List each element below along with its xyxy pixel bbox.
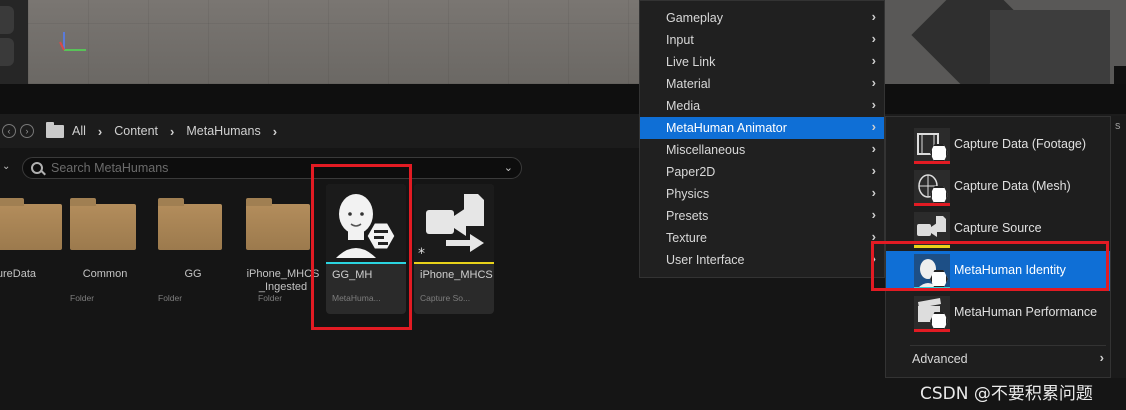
menu-item-label: MetaHuman Animator: [666, 121, 787, 135]
chevron-right-icon[interactable]: ›: [170, 124, 174, 139]
folder-icon: [158, 198, 222, 250]
chevron-right-icon[interactable]: ›: [98, 124, 102, 139]
menu-item-paper2d[interactable]: Paper2D ›: [640, 161, 884, 183]
submenu-item-metahuman-performance[interactable]: MetaHuman Performance: [886, 293, 1110, 333]
capture-source-thumbnail: *: [414, 184, 494, 262]
folder-icon: [0, 198, 62, 250]
menu-item-material[interactable]: Material ›: [640, 73, 884, 95]
annotation-highlight-box: [871, 241, 1109, 291]
chevron-right-icon: ›: [871, 185, 876, 200]
chevron-right-icon: ›: [871, 97, 876, 112]
menu-item-metahuman-animator[interactable]: MetaHuman Animator ›: [640, 117, 884, 139]
menu-item-label: Media: [666, 99, 701, 113]
menu-item-label: Material: [666, 77, 711, 91]
menu-item-presets[interactable]: Presets ›: [640, 205, 884, 227]
watermark: CSDN @不要积累问题: [920, 384, 1093, 404]
folder-icon: [46, 121, 64, 138]
axis-gizmo-icon: [59, 32, 86, 51]
panel-edge-mark: s: [1115, 120, 1121, 132]
menu-item-label: Gameplay: [666, 11, 723, 25]
panel-divider: [0, 84, 1126, 114]
viewport-tool-button[interactable]: [0, 6, 14, 34]
menu-item-label: User Interface: [666, 253, 745, 267]
level-viewport[interactable]: [0, 0, 1126, 84]
chevron-right-icon: ›: [871, 53, 876, 68]
capture-footage-icon: [914, 128, 950, 164]
asset-color-underline: [914, 203, 950, 206]
chevron-right-icon[interactable]: ›: [273, 124, 277, 139]
submenu-item-label: Capture Data (Mesh): [954, 179, 1071, 193]
viewport-edge: [1114, 66, 1126, 84]
menu-item-gameplay[interactable]: Gameplay ›: [640, 7, 884, 29]
asset-name: iPhone_MHCS: [420, 269, 493, 281]
breadcrumb-item-all[interactable]: All: [72, 124, 86, 138]
search-icon: [31, 162, 43, 174]
menu-item-label: Texture: [666, 231, 707, 245]
menu-item-label: Live Link: [666, 55, 716, 69]
menu-item-live-link[interactable]: Live Link ›: [640, 51, 884, 73]
folder-type: Folder: [158, 293, 183, 303]
asset-type-stripe: [414, 262, 494, 264]
viewport-toolbar: [0, 0, 28, 84]
chevron-right-icon: ›: [871, 207, 876, 222]
menu-item-label: Miscellaneous: [666, 143, 746, 157]
chevron-down-icon[interactable]: ⌄: [2, 161, 10, 172]
asset-type: Capture So...: [420, 293, 471, 303]
menu-item-label: Input: [666, 33, 694, 47]
asset-category-menu: Gameplay › Input › Live Link › Material › Me…: [639, 0, 885, 278]
submenu-item-capture-data-footage[interactable]: Capture Data (Footage): [886, 125, 1110, 165]
submenu-item-label: Capture Source: [954, 221, 1042, 235]
search-input[interactable]: [51, 161, 491, 175]
menu-item-texture[interactable]: Texture ›: [640, 227, 884, 249]
back-button[interactable]: ‹: [2, 124, 16, 138]
metahuman-performance-icon: [914, 296, 950, 332]
folder-name: ptureData: [0, 268, 36, 280]
menu-item-input[interactable]: Input ›: [640, 29, 884, 51]
submenu-item-label: Capture Data (Footage): [954, 137, 1087, 151]
submenu-item-label: MetaHuman Performance: [954, 305, 1098, 319]
annotation-highlight-box: [311, 164, 412, 330]
folder-name: Common: [82, 268, 128, 280]
menu-item-label: Presets: [666, 209, 709, 223]
folder-icon: [70, 198, 136, 250]
menu-item-miscellaneous[interactable]: Miscellaneous ›: [640, 139, 884, 161]
breadcrumb-item-metahumans[interactable]: MetaHumans: [186, 124, 260, 138]
folder-name: GG: [184, 268, 202, 280]
breadcrumb-item-content[interactable]: Content: [114, 124, 158, 138]
submenu-item-capture-data-mesh[interactable]: Capture Data (Mesh): [886, 167, 1110, 207]
forward-button[interactable]: ›: [20, 124, 34, 138]
capture-mesh-icon: [914, 170, 950, 206]
menu-item-user-interface[interactable]: User Interface ›: [640, 249, 884, 271]
chevron-right-icon: ›: [871, 141, 876, 156]
asset-card-iphone-mhcs[interactable]: * iPhone_MHCS Capture So...: [414, 184, 494, 314]
menu-divider: [910, 345, 1106, 346]
asset-color-underline: [914, 329, 950, 332]
folder-type: Folder: [258, 293, 283, 303]
submenu-item-advanced[interactable]: Advanced: [912, 352, 968, 366]
folder-icon: [246, 198, 310, 250]
viewport-floor: [28, 0, 648, 84]
menu-item-label: Physics: [666, 187, 710, 201]
viewport-cube: [990, 10, 1110, 84]
svg-text:*: *: [418, 246, 425, 262]
chevron-right-icon: ›: [871, 163, 876, 178]
panel-edge: s: [1111, 116, 1126, 378]
chevron-right-icon: ›: [871, 75, 876, 90]
chevron-down-icon[interactable]: ⌄: [504, 161, 513, 174]
chevron-right-icon: ›: [871, 119, 876, 134]
chevron-right-icon[interactable]: ›: [1100, 350, 1104, 365]
folder-type: Folder: [70, 293, 95, 303]
search-input-container[interactable]: ⌄: [22, 157, 522, 179]
asset-color-underline: [914, 161, 950, 164]
chevron-right-icon: ›: [871, 9, 876, 24]
menu-item-media[interactable]: Media ›: [640, 95, 884, 117]
menu-item-label: Paper2D: [666, 165, 716, 179]
chevron-right-icon: ›: [871, 31, 876, 46]
capture-source-icon: *: [418, 194, 484, 262]
menu-item-physics[interactable]: Physics ›: [640, 183, 884, 205]
viewport-tool-button[interactable]: [0, 38, 14, 66]
